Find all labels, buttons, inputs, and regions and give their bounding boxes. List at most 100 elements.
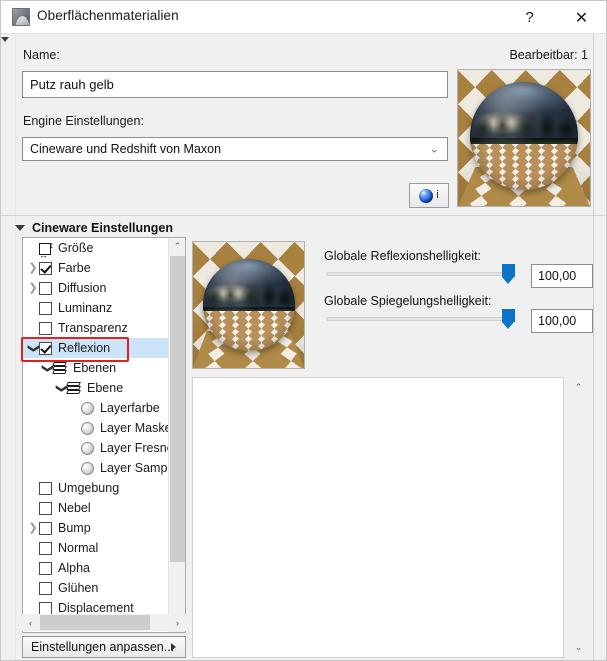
properties-panel: Globale Reflexionshelligkeit: 100,00 Glo… [192,237,593,658]
caret-right-icon [171,643,176,651]
tree-row[interactable]: Luminanz [23,298,169,318]
layers-icon [52,361,68,375]
name-input[interactable]: Putz rauh gelb [22,71,448,98]
tree-row[interactable]: Umgebung [23,478,169,498]
tree-row[interactable]: Nebel [23,498,169,518]
engine-settings-label: Engine Einstellungen: [23,114,144,128]
help-button[interactable]: ? [507,1,552,34]
channel-checkbox[interactable] [39,321,52,335]
sphere-icon [81,461,94,475]
adjust-settings-label: Einstellungen anpassen... [31,640,175,654]
channel-tree-list[interactable]: ↕ Größe ❯ Farbe ❯ Diffusion Luminanz Transparen… [23,238,169,618]
chevron-right-icon[interactable]: ❯ [27,522,39,534]
tree-row[interactable]: ↕ Größe [23,238,169,260]
tree-row-label: Reflexion [58,341,111,355]
tree-vertical-scrollbar[interactable]: ⌃ ⌄ [168,238,185,632]
name-input-value: Putz rauh gelb [30,77,114,92]
tree-row-label: Alpha [58,561,90,575]
reflection-brightness-input[interactable]: 100,00 [531,264,593,288]
window-title: Oberflächenmaterialien [37,8,179,23]
scroll-up-icon[interactable]: ⌃ [169,238,185,255]
tree-row[interactable]: Layer Sampling [23,458,169,478]
reflection-brightness-handle[interactable] [502,264,515,284]
channel-checkbox[interactable] [39,501,52,515]
left-divider [15,34,16,660]
tree-row[interactable]: ❯ Reflexion [23,338,169,358]
tree-row[interactable]: ❯ Bump [23,518,169,538]
tree-row[interactable]: ❯ Farbe [23,258,169,278]
close-button[interactable]: ✕ [559,1,604,34]
material-sphere-icon [12,8,30,26]
tree-horizontal-scrollbar[interactable]: ‹ › [22,614,186,631]
properties-content-area [192,377,564,658]
tree-row[interactable]: Transparenz [23,318,169,338]
preview-sphere [470,82,578,190]
sphere-icon [81,401,94,415]
chevron-down-icon: ⌄ [429,143,439,156]
name-label: Name: [23,48,60,62]
adjust-settings-button[interactable]: Einstellungen anpassen... [22,636,186,658]
tree-row[interactable]: ❯ Diffusion [23,278,169,298]
chevron-down-icon[interactable]: ❯ [56,382,68,394]
material-preview-small [192,241,305,369]
tree-row[interactable]: Layerfarbe [23,398,169,418]
specular-brightness-label: Globale Spiegelungshelligkeit: [324,294,492,308]
tree-row-label: Nebel [58,501,91,515]
channel-checkbox[interactable] [39,601,52,615]
properties-scroll-up-icon[interactable]: ⌃ [570,379,587,396]
scroll-left-icon[interactable]: ‹ [22,614,39,631]
reflection-brightness-value: 100,00 [538,269,577,283]
chevron-right-icon[interactable]: ❯ [27,262,39,274]
tree-row-label: Bump [58,521,91,535]
material-info-button[interactable]: i [409,183,449,208]
tree-row[interactable]: Glühen [23,578,169,598]
edge-caret-icon [1,37,9,42]
properties-scroll-down-icon[interactable]: ⌄ [570,639,587,656]
channel-checkbox[interactable] [39,521,52,535]
reflection-brightness-slider[interactable] [326,272,508,276]
channel-checkbox[interactable] [39,561,52,575]
channel-checkbox[interactable] [39,541,52,555]
engine-settings-select[interactable]: Cineware und Redshift von Maxon ⌄ [22,137,448,161]
preview-sphere-small [202,259,295,351]
sphere-icon [81,441,94,455]
properties-vertical-scrollbar[interactable]: ⌃ ⌄ [565,377,592,658]
info-button-label: i [436,189,439,201]
tree-row-label: Layer Fresnel [100,441,169,455]
tree-row[interactable]: ❯ Ebene [23,378,169,398]
channel-checkbox[interactable] [39,301,52,315]
channel-checkbox[interactable] [39,341,52,355]
channel-checkbox[interactable] [39,581,52,595]
tree-row-label: Layer Maske [100,421,169,435]
chevron-right-icon[interactable]: ❯ [27,282,39,294]
tree-row-label: Diffusion [58,281,107,295]
dialog-window: Oberflächenmaterialien ? ✕ Name: Bearbei… [0,0,607,661]
size-icon: ↕ [39,240,54,260]
channel-checkbox[interactable] [39,261,52,275]
material-preview-large [457,69,591,207]
tree-row-label: Größe [58,241,94,255]
section-header-cineware[interactable]: Cineware Einstellungen [15,219,173,237]
tree-row-label: Farbe [58,261,91,275]
tree-scroll-thumb[interactable] [170,256,185,562]
channel-checkbox[interactable] [39,281,52,295]
tree-row[interactable]: Layer Fresnel [23,438,169,458]
tree-row-label: Glühen [58,581,99,595]
specular-brightness-value: 100,00 [538,314,577,328]
chevron-down-icon[interactable]: ❯ [42,362,54,374]
tree-hscroll-thumb[interactable] [40,615,150,630]
tree-row-label: Layerfarbe [100,401,160,415]
specular-brightness-slider[interactable] [326,317,508,321]
tree-row[interactable]: Alpha [23,558,169,578]
tree-row-label: Luminanz [58,301,113,315]
specular-brightness-input[interactable]: 100,00 [531,309,593,333]
engine-settings-value: Cineware und Redshift von Maxon [30,142,222,156]
scroll-right-icon[interactable]: › [169,614,186,631]
chevron-down-icon[interactable]: ❯ [28,342,40,354]
tree-row[interactable]: ❯ Ebenen [23,358,169,378]
layers-icon [66,381,82,395]
channel-checkbox[interactable] [39,481,52,495]
specular-brightness-handle[interactable] [502,309,515,329]
tree-row[interactable]: Layer Maske [23,418,169,438]
tree-row[interactable]: Normal [23,538,169,558]
